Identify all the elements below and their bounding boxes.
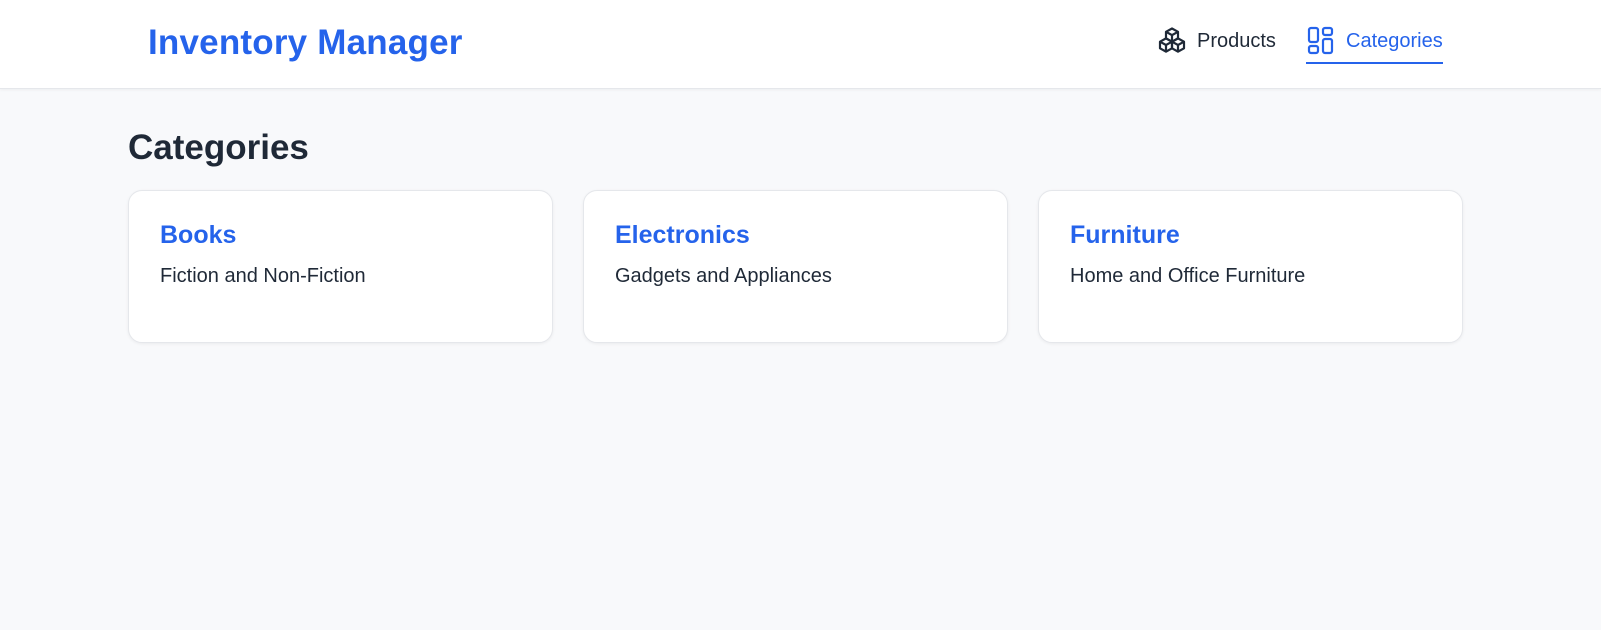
nav-categories-label: Categories	[1346, 30, 1443, 52]
app-brand-title[interactable]: Inventory Manager	[148, 22, 463, 64]
page-title: Categories	[128, 128, 309, 167]
top-navigation-bar: Inventory Manager Products Categories	[0, 0, 1601, 89]
category-description: Home and Office Furniture	[1070, 265, 1306, 287]
nav-products-label: Products	[1197, 30, 1276, 52]
grid-icon	[1306, 26, 1336, 56]
category-card-books[interactable]: Books Fiction and Non-Fiction	[128, 190, 553, 343]
nav-link-products[interactable]: Products	[1157, 26, 1276, 64]
nav-link-categories[interactable]: Categories	[1306, 26, 1443, 64]
category-description: Fiction and Non-Fiction	[160, 265, 366, 287]
category-description: Gadgets and Appliances	[615, 265, 832, 287]
category-card-furniture[interactable]: Furniture Home and Office Furniture	[1038, 190, 1463, 343]
category-name[interactable]: Electronics	[615, 219, 750, 251]
category-name[interactable]: Furniture	[1070, 219, 1180, 251]
category-name[interactable]: Books	[160, 219, 236, 251]
cubes-icon	[1157, 26, 1187, 56]
category-card-electronics[interactable]: Electronics Gadgets and Appliances	[583, 190, 1008, 343]
